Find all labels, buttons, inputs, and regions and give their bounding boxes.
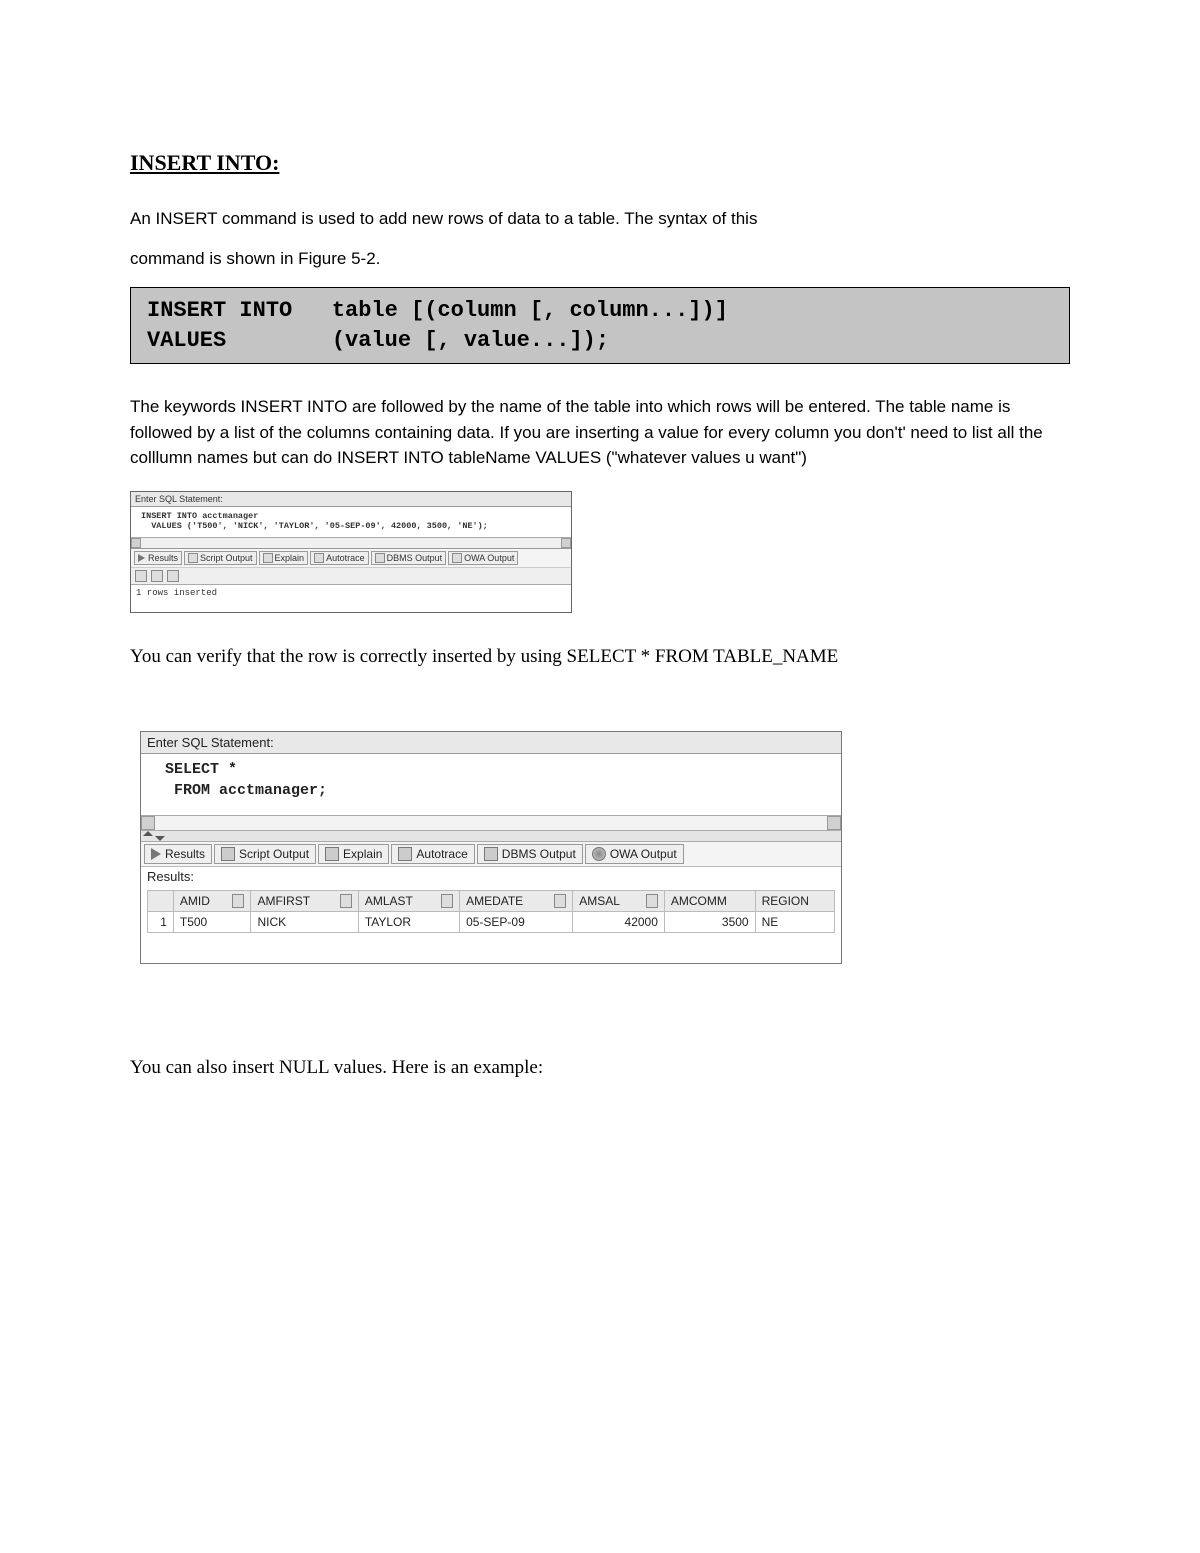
horizontal-scrollbar[interactable] xyxy=(141,815,841,831)
scroll-left-icon[interactable] xyxy=(141,816,155,830)
dbms-icon xyxy=(484,847,498,861)
tab-explain[interactable]: Explain xyxy=(318,844,389,864)
tab-autotrace[interactable]: Autotrace xyxy=(310,551,369,565)
col-amlast-label: AMLAST xyxy=(365,894,413,908)
col-region[interactable]: REGION xyxy=(755,890,834,911)
scroll-right-icon[interactable] xyxy=(827,816,841,830)
tab-explain-label: Explain xyxy=(343,847,382,861)
script-icon xyxy=(221,847,235,861)
tab-script-output-label: Script Output xyxy=(239,847,309,861)
results-label: Results: xyxy=(141,867,841,890)
col-rownum[interactable] xyxy=(148,890,174,911)
scroll-left-icon[interactable] xyxy=(131,538,141,548)
sql-editor[interactable]: SELECT * FROM acctmanager; xyxy=(141,754,841,815)
cell-amcomm: 3500 xyxy=(664,911,755,932)
sort-icon[interactable] xyxy=(441,894,453,908)
scroll-right-icon[interactable] xyxy=(561,538,571,548)
col-amedate-label: AMEDATE xyxy=(466,894,523,908)
col-amfirst[interactable]: AMFIRST xyxy=(251,890,358,911)
tab-owa-output[interactable]: OWA Output xyxy=(585,844,684,864)
intro-paragraph-line1: An INSERT command is used to add new row… xyxy=(130,206,1070,232)
cell-amlast: TAYLOR xyxy=(358,911,459,932)
tab-dbms-output[interactable]: DBMS Output xyxy=(371,551,447,565)
sql-panel-title: Enter SQL Statement: xyxy=(141,732,841,754)
sql-panel-select: Enter SQL Statement: SELECT * FROM acctm… xyxy=(140,731,842,964)
sort-icon[interactable] xyxy=(646,894,658,908)
sort-icon[interactable] xyxy=(340,894,352,908)
globe-icon xyxy=(592,847,606,861)
cell-rownum: 1 xyxy=(148,911,174,932)
cell-region: NE xyxy=(755,911,834,932)
output-tabs: Results Script Output Explain Autotrace … xyxy=(141,842,841,867)
cell-amfirst: NICK xyxy=(251,911,358,932)
splitter-handle[interactable] xyxy=(141,831,841,842)
trace-icon xyxy=(314,553,324,563)
owa-icon xyxy=(452,553,462,563)
col-amedate[interactable]: AMEDATE xyxy=(460,890,573,911)
sort-icon[interactable] xyxy=(554,894,566,908)
col-amlast[interactable]: AMLAST xyxy=(358,890,459,911)
horizontal-scrollbar[interactable] xyxy=(131,537,571,548)
sql-panel-title: Enter SQL Statement: xyxy=(131,492,571,507)
tab-owa-output-label: OWA Output xyxy=(610,847,677,861)
col-amid[interactable]: AMID xyxy=(173,890,251,911)
col-amsal[interactable]: AMSAL xyxy=(573,890,665,911)
results-table: AMID AMFIRST AMLAST AMEDATE AMSAL AMCOMM… xyxy=(147,890,835,933)
explain-icon xyxy=(263,553,273,563)
description-paragraph: The keywords INSERT INTO are followed by… xyxy=(130,394,1070,471)
result-message: 1 rows inserted xyxy=(131,584,571,612)
sql-editor[interactable]: INSERT INTO acctmanager VALUES ('T500', … xyxy=(131,507,571,537)
sql-panel-insert: Enter SQL Statement: INSERT INTO acctman… xyxy=(130,491,572,613)
cell-amid: T500 xyxy=(173,911,251,932)
null-paragraph: You can also insert NULL values. Here is… xyxy=(130,1054,1070,1083)
tab-autotrace[interactable]: Autotrace xyxy=(391,844,474,864)
script-icon xyxy=(188,553,198,563)
table-header-row: AMID AMFIRST AMLAST AMEDATE AMSAL AMCOMM… xyxy=(148,890,835,911)
table-row[interactable]: 1 T500 NICK TAYLOR 05-SEP-09 42000 3500 … xyxy=(148,911,835,932)
col-amcomm-label: AMCOMM xyxy=(671,894,727,908)
play-icon xyxy=(151,848,161,860)
save-icon[interactable] xyxy=(151,570,163,582)
pencil-icon[interactable] xyxy=(135,570,147,582)
explain-icon xyxy=(325,847,339,861)
tab-results-label: Results xyxy=(165,847,205,861)
tab-script-output-label: Script Output xyxy=(200,553,253,563)
tab-results[interactable]: Results xyxy=(144,844,212,864)
tab-explain-label: Explain xyxy=(275,553,305,563)
tab-autotrace-label: Autotrace xyxy=(416,847,467,861)
verify-paragraph: You can verify that the row is correctly… xyxy=(130,643,1070,672)
tab-explain[interactable]: Explain xyxy=(259,551,309,565)
col-amfirst-label: AMFIRST xyxy=(257,894,310,908)
tab-script-output[interactable]: Script Output xyxy=(184,551,257,565)
trace-icon xyxy=(398,847,412,861)
cell-amsal: 42000 xyxy=(573,911,665,932)
result-toolbar xyxy=(131,567,571,584)
tab-dbms-output-label: DBMS Output xyxy=(387,553,443,563)
dbms-icon xyxy=(375,553,385,563)
print-icon[interactable] xyxy=(167,570,179,582)
tab-owa-output[interactable]: OWA Output xyxy=(448,551,518,565)
tab-results[interactable]: Results xyxy=(134,551,182,565)
play-icon xyxy=(138,554,145,562)
tab-dbms-output-label: DBMS Output xyxy=(502,847,576,861)
cell-amedate: 05-SEP-09 xyxy=(460,911,573,932)
tab-dbms-output[interactable]: DBMS Output xyxy=(477,844,583,864)
tab-results-label: Results xyxy=(148,553,178,563)
tab-script-output[interactable]: Script Output xyxy=(214,844,316,864)
section-heading: INSERT INTO: xyxy=(130,150,1070,176)
col-region-label: REGION xyxy=(762,894,809,908)
col-amid-label: AMID xyxy=(180,894,210,908)
col-amsal-label: AMSAL xyxy=(579,894,620,908)
tab-owa-output-label: OWA Output xyxy=(464,553,514,563)
sort-icon[interactable] xyxy=(232,894,244,908)
output-tabs: Results Script Output Explain Autotrace … xyxy=(131,548,571,567)
col-amcomm[interactable]: AMCOMM xyxy=(664,890,755,911)
tab-autotrace-label: Autotrace xyxy=(326,553,365,563)
syntax-box: INSERT INTO table [(column [, column...]… xyxy=(130,287,1070,364)
intro-paragraph-line2: command is shown in Figure 5-2. xyxy=(130,246,1070,272)
